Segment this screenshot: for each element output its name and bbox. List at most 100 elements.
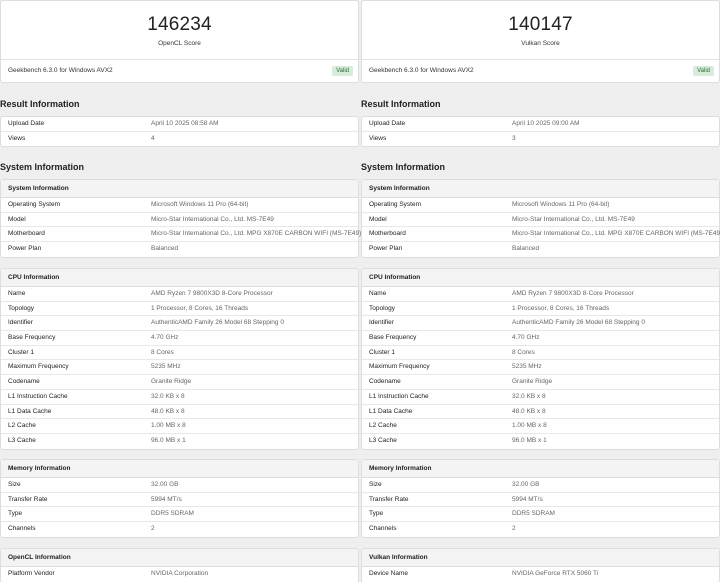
table-row: Power Plan Balanced: [1, 242, 358, 257]
result-information-title: Result Information: [361, 99, 441, 109]
row-value: 5994 MT/s: [151, 495, 182, 503]
row-value: 96.0 MB x 1: [151, 436, 186, 444]
table-row: Upload Date April 10 2025 09:00 AM: [362, 117, 719, 132]
row-value: NVIDIA GeForce RTX 5060 Ti: [512, 570, 599, 577]
table-row: Platform Vendor NVIDIA Corporation: [1, 567, 358, 582]
row-value: 4.70 GHz: [512, 334, 540, 342]
opencl-information-table: OpenCL Information Platform Vendor NVIDIA…: [0, 548, 359, 582]
table-header: Memory Information: [362, 460, 719, 478]
row-value: April 10 2025 08:58 AM: [151, 120, 219, 127]
row-key: Upload Date: [369, 120, 406, 127]
row-value: Granite Ridge: [512, 378, 553, 386]
row-key: Model: [8, 215, 26, 223]
score-divider: [1, 59, 358, 60]
row-value: 5235 MHz: [151, 363, 181, 371]
table-row: L3 Cache 96.0 MB x 1: [1, 434, 358, 449]
result-information-title: Result Information: [0, 99, 80, 109]
table-row: Cluster 1 8 Cores: [1, 346, 358, 361]
table-row: Views 4: [1, 132, 358, 147]
row-value: 96.0 MB x 1: [512, 436, 547, 444]
table-header: CPU Information: [362, 269, 719, 287]
row-value: Balanced: [151, 245, 179, 253]
row-value: Balanced: [512, 245, 540, 253]
row-value: DDR5 SDRAM: [512, 510, 555, 518]
row-value: 4.70 GHz: [151, 334, 179, 342]
table-row: Type DDR5 SDRAM: [1, 507, 358, 523]
score-label: OpenCL Score: [158, 40, 201, 47]
table-row: Maximum Frequency 5235 MHz: [1, 360, 358, 376]
table-row: Views 3: [362, 132, 719, 147]
score-card: 146234 OpenCL Score Geekbench 6.3.0 for …: [0, 0, 359, 83]
score-value: 146234: [147, 14, 212, 35]
table-header: System Information: [1, 180, 358, 198]
row-value: 32.00 GB: [151, 481, 179, 488]
row-value: DDR5 SDRAM: [151, 510, 194, 518]
row-value: AMD Ryzen 7 9800X3D 8-Core Processor: [151, 290, 273, 297]
table-row: L2 Cache 1.00 MB x 8: [1, 419, 358, 434]
table-row: Transfer Rate 5994 MT/s: [1, 493, 358, 508]
row-key: Device Name: [369, 570, 409, 577]
row-key: Name: [369, 290, 387, 297]
row-key: Identifier: [369, 319, 394, 327]
row-key: Channels: [8, 525, 36, 533]
valid-badge: Valid: [332, 66, 353, 76]
row-value: 32.0 KB x 8: [151, 392, 185, 400]
version-text: Geekbench 6.3.0 for Windows AVX2: [369, 67, 474, 74]
table-row: Name AMD Ryzen 7 9800X3D 8-Core Processor: [362, 287, 719, 302]
table-row: Cluster 1 8 Cores: [362, 346, 719, 361]
row-key: L1 Data Cache: [369, 407, 413, 415]
row-value: 2: [512, 525, 516, 533]
table-row: Channels 2: [1, 522, 358, 537]
table-row: Operating System Microsoft Windows 11 Pro…: [362, 198, 719, 213]
valid-badge: Valid: [693, 66, 714, 76]
score-divider: [362, 59, 719, 60]
table-row: Base Frequency 4.70 GHz: [1, 331, 358, 346]
right-column: 140147 Vulkan Score Geekbench 6.3.0 for …: [361, 0, 720, 582]
table-row: Upload Date April 10 2025 08:58 AM: [1, 117, 358, 132]
vulkan-information-table: Vulkan Information Device Name NVIDIA GeF…: [361, 548, 720, 582]
row-value: 1 Processor, 8 Cores, 16 Threads: [151, 304, 249, 312]
row-value: AuthenticAMD Family 26 Model 68 Stepping…: [512, 319, 645, 327]
table-row: Codename Granite Ridge: [362, 375, 719, 390]
table-row: Topology 1 Processor, 8 Cores, 16 Threads: [362, 302, 719, 317]
table-row: Type DDR5 SDRAM: [362, 507, 719, 523]
cpu-information-table: CPU Information Name AMD Ryzen 7 9800X3D …: [361, 268, 720, 450]
row-key: Maximum Frequency: [8, 363, 69, 371]
table-row: Motherboard Micro-Star International Co.,…: [362, 227, 720, 243]
result-information-table: Upload Date April 10 2025 08:58 AM Views 4: [0, 116, 359, 148]
row-key: Operating System: [369, 201, 422, 208]
memory-information-table: Memory Information Size 32.00 GB Transfer…: [361, 459, 720, 538]
row-key: Codename: [8, 378, 40, 386]
row-value: Micro-Star International Co., Ltd. MPG X…: [151, 230, 362, 238]
row-key: Power Plan: [8, 245, 42, 253]
table-row: Base Frequency 4.70 GHz: [362, 331, 719, 346]
table-header: OpenCL Information: [1, 549, 358, 567]
table-row: Model Micro-Star International Co., Ltd. …: [1, 213, 358, 228]
system-information-table: System Information Operating System Micro…: [361, 179, 720, 258]
table-row: L3 Cache 96.0 MB x 1: [362, 434, 719, 449]
row-key: Type: [369, 510, 384, 518]
score-value: 140147: [508, 14, 573, 35]
table-row: Identifier AuthenticAMD Family 26 Model 6…: [362, 316, 719, 332]
table-row: Topology 1 Processor, 8 Cores, 16 Threads: [1, 302, 358, 317]
table-row: Operating System Microsoft Windows 11 Pro…: [1, 198, 358, 213]
table-row: Transfer Rate 5994 MT/s: [362, 493, 719, 508]
row-value: 48.0 KB x 8: [512, 407, 546, 415]
row-key: L1 Instruction Cache: [369, 392, 429, 400]
row-key: Motherboard: [8, 230, 45, 238]
row-key: Topology: [8, 304, 35, 312]
row-key: Cluster 1: [369, 348, 396, 356]
row-key: Base Frequency: [8, 334, 56, 342]
score-label: Vulkan Score: [521, 40, 560, 47]
row-value: 8 Cores: [151, 348, 174, 356]
row-value: AuthenticAMD Family 26 Model 68 Stepping…: [151, 319, 284, 327]
row-value: 1 Processor, 8 Cores, 16 Threads: [512, 304, 610, 312]
table-header: CPU Information: [1, 269, 358, 287]
row-value: Microsoft Windows 11 Pro (64-bit): [151, 201, 249, 208]
table-row: Power Plan Balanced: [362, 242, 719, 257]
table-row: Size 32.00 GB: [362, 478, 719, 493]
row-key: L3 Cache: [8, 436, 36, 444]
row-key: Identifier: [8, 319, 33, 327]
table-row: L1 Instruction Cache 32.0 KB x 8: [362, 390, 719, 405]
table-row: L1 Data Cache 48.0 KB x 8: [1, 405, 358, 420]
